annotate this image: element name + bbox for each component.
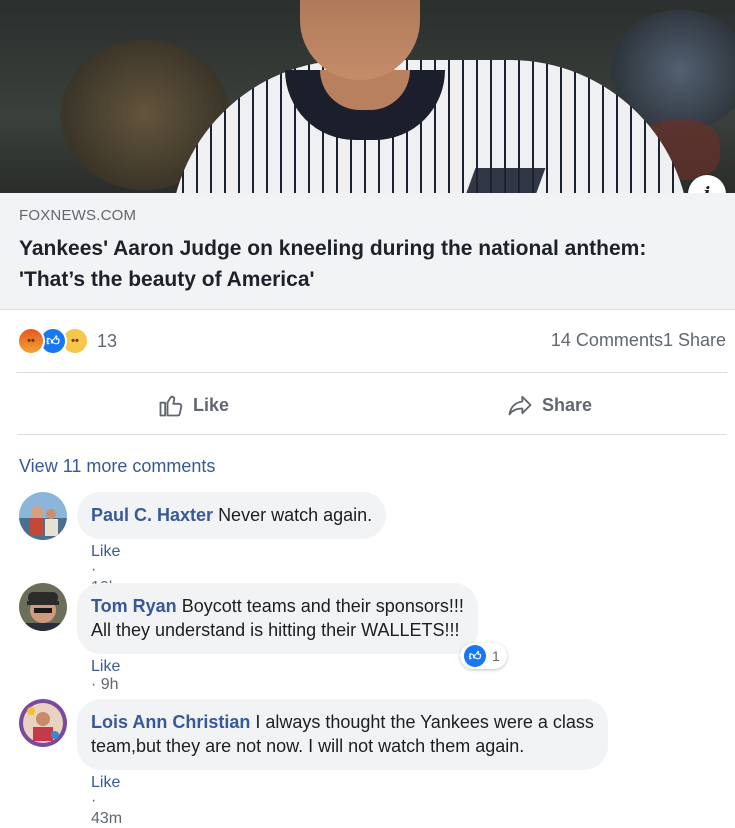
comment-bubble: Tom Ryan Boycott teams and their sponsor…: [77, 583, 478, 654]
comment-reaction-badge[interactable]: 👍︎ 1: [460, 643, 507, 669]
thumbs-up-icon: [159, 395, 183, 417]
link-headline[interactable]: Yankees' Aaron Judge on kneeling during …: [19, 233, 699, 295]
comment-text: team,but they are not now. I will not wa…: [91, 736, 525, 756]
comment-time[interactable]: 43m: [91, 810, 122, 827]
divider: [17, 434, 727, 435]
comment-time[interactable]: 9h: [101, 676, 119, 693]
avatar[interactable]: [19, 583, 67, 631]
view-more-comments-link[interactable]: View 11 more comments: [19, 456, 215, 477]
comment-text: Never watch again.: [218, 505, 373, 525]
avatar[interactable]: [19, 699, 67, 747]
link-preview[interactable]: FOXNEWS.COM Yankees' Aaron Judge on knee…: [0, 193, 735, 310]
comment-like-link[interactable]: Like: [91, 658, 120, 675]
angry-reaction-icon: ••: [17, 327, 45, 355]
comment-text: I always thought the Yankees were a clas…: [255, 712, 594, 732]
comment-reaction-count: 1: [492, 648, 500, 664]
comment-bubble: Paul C. Haxter Never watch again.: [77, 492, 387, 539]
meta-separator: ·: [91, 792, 97, 809]
share-button-label: Share: [542, 394, 593, 415]
share-button[interactable]: Share: [506, 390, 592, 420]
divider: [17, 372, 727, 373]
link-source: FOXNEWS.COM: [19, 207, 137, 224]
share-arrow-icon: [508, 395, 532, 416]
comment-author[interactable]: Lois Ann Christian: [91, 712, 250, 732]
reaction-count[interactable]: 13: [97, 331, 117, 352]
comment-meta: Like · 43m: [91, 774, 122, 828]
comment-text: All they understand is hitting their WAL…: [91, 620, 460, 640]
avatar[interactable]: [19, 492, 67, 540]
jersey-logo: [464, 168, 546, 193]
comment-like-link[interactable]: Like: [91, 774, 120, 791]
comment-like-link[interactable]: Like: [91, 543, 120, 560]
comment-bubble: Lois Ann Christian I always thought the …: [77, 699, 608, 770]
meta-separator: ·: [91, 676, 101, 693]
like-button-label: Like: [193, 394, 230, 415]
reaction-summary[interactable]: •• 👍︎ •• 13: [17, 326, 117, 356]
like-reaction-icon: 👍︎: [464, 645, 486, 667]
comment-author[interactable]: Paul C. Haxter: [91, 505, 213, 525]
article-image[interactable]: [0, 0, 735, 193]
comment-meta: Like · 9h: [91, 658, 120, 694]
comment-text: Boycott teams and their sponsors!!!: [181, 596, 464, 616]
comments-shares-count[interactable]: 14 Comments1 Share: [551, 330, 726, 351]
comment-author[interactable]: Tom Ryan: [91, 596, 177, 616]
facebook-post: i FOXNEWS.COM Yankees' Aaron Judge on kn…: [0, 0, 735, 827]
meta-separator: ·: [91, 561, 97, 578]
like-button[interactable]: Like: [157, 390, 229, 420]
